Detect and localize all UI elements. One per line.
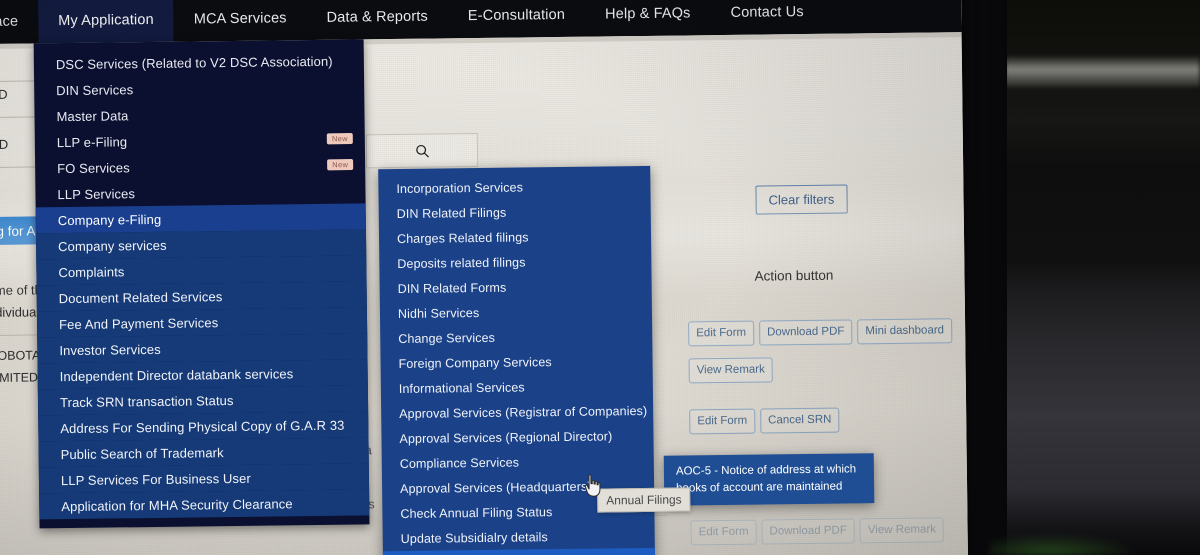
- photo-of-monitor-scene: ace My Application MCA Services Data & R…: [0, 0, 1200, 555]
- menu1-item-dsc-services[interactable]: DSC Services (Related to V2 DSC Associat…: [34, 47, 364, 77]
- menu1-item-llp-efiling[interactable]: LLP e-Filing New: [35, 125, 365, 155]
- menu2-item-compliance-services[interactable]: Compliance Services: [382, 448, 654, 476]
- menu1-item-investor-services[interactable]: Investor Services: [37, 333, 368, 364]
- menu2-item-foreign-company-services[interactable]: Foreign Company Services: [380, 348, 652, 376]
- edit-form-button-2[interactable]: Edit Form: [689, 408, 756, 435]
- menu1-item-company-efiling[interactable]: Company e-Filing: [35, 203, 366, 234]
- menu1-item-fo-services[interactable]: FO Services New: [35, 151, 365, 181]
- nav-item-mca-services[interactable]: MCA Services: [174, 0, 307, 42]
- cancel-srn-button[interactable]: Cancel SRN: [759, 407, 840, 434]
- menu1-item-complaints[interactable]: Complaints: [36, 255, 367, 286]
- menu1-item-master-data[interactable]: Master Data: [34, 99, 364, 129]
- left-cell-company-line2: LIMITED: [0, 370, 39, 385]
- menu1-label-llp-efiling: LLP e-Filing: [56, 133, 128, 150]
- nav-item-e-consultation[interactable]: E-Consultation: [448, 0, 586, 38]
- edit-form-button-3[interactable]: Edit Form: [690, 519, 757, 546]
- action-buttons-row-1: Edit Form Download PDF Mini dashboard: [688, 318, 953, 347]
- pointing-hand-cursor: [584, 474, 601, 497]
- menu2-item-incorporation-services[interactable]: Incorporation Services: [378, 173, 650, 201]
- nav-item-data-and-reports[interactable]: Data & Reports: [306, 0, 448, 40]
- left-cell-name-line2: ndividual: [0, 304, 40, 320]
- action-buttons-row-4: Edit Form Download PDF View Remark: [690, 517, 945, 546]
- menu1-item-track-srn-status[interactable]: Track SRN transaction Status: [37, 385, 369, 416]
- menu1-item-independent-director-databank[interactable]: Independent Director databank services: [37, 359, 368, 390]
- download-pdf-button-2[interactable]: Download PDF: [761, 518, 855, 545]
- annual-filings-tooltip: Annual Filings: [597, 487, 691, 513]
- action-buttons-row-2: View Remark: [688, 357, 773, 384]
- view-remark-button[interactable]: View Remark: [688, 357, 773, 384]
- background-highlight: [1005, 55, 1200, 87]
- search-input[interactable]: [365, 133, 479, 169]
- menu2-item-informational-services[interactable]: Informational Services: [381, 373, 653, 401]
- page-content: /DD /DD ng for Actio ame of the ndividua…: [0, 37, 968, 555]
- menu2-item-approval-services-roc[interactable]: Approval Services (Registrar of Companie…: [381, 398, 653, 426]
- menu1-item-llp-services-business-user[interactable]: LLP Services For Business User: [38, 463, 370, 494]
- menu1-item-mha-security-clearance[interactable]: Application for MHA Security Clearance: [39, 489, 370, 520]
- nav-item-my-application[interactable]: My Application: [37, 0, 175, 44]
- menu2-item-nidhi-services[interactable]: Nidhi Services: [380, 298, 652, 326]
- background-green-glow: [990, 533, 1140, 555]
- menu1-item-llp-services[interactable]: LLP Services: [35, 177, 365, 207]
- clear-filters-button[interactable]: Clear filters: [755, 184, 848, 215]
- menu2-item-charges-related-filings[interactable]: Charges Related filings: [379, 223, 651, 251]
- menu2-item-update-subsidiary-details[interactable]: Update Subsidialry details: [383, 523, 655, 551]
- mini-dashboard-button[interactable]: Mini dashboard: [857, 318, 953, 345]
- view-remark-button-2[interactable]: View Remark: [859, 517, 945, 544]
- menu1-item-din-services[interactable]: DIN Services: [34, 73, 364, 103]
- menu1-label-fo-services: FO Services: [57, 159, 130, 176]
- nav-item-contact-us[interactable]: Contact Us: [710, 0, 824, 35]
- menu2-item-change-services[interactable]: Change Services: [380, 323, 652, 351]
- action-buttons-row-3: Edit Form Cancel SRN: [689, 407, 840, 435]
- monitor-screen: ace My Application MCA Services Data & R…: [0, 0, 968, 555]
- menu-company-efiling-level1: DSC Services (Related to V2 DSC Associat…: [33, 39, 370, 529]
- nav-item-workspace[interactable]: ace: [0, 0, 38, 44]
- edit-form-button[interactable]: Edit Form: [688, 320, 755, 347]
- download-pdf-button[interactable]: Download PDF: [758, 319, 853, 346]
- menu1-item-public-search-trademark[interactable]: Public Search of Trademark: [38, 437, 369, 468]
- new-badge-fo-services: New: [327, 159, 354, 171]
- new-badge-llp-efiling: New: [326, 133, 353, 145]
- action-button-column-header: Action button: [754, 267, 834, 284]
- menu1-item-company-services[interactable]: Company services: [35, 229, 367, 260]
- nav-item-help-and-faqs[interactable]: Help & FAQs: [585, 0, 711, 37]
- menu2-item-din-related-forms[interactable]: DIN Related Forms: [380, 273, 652, 301]
- menu3-item-aoc-5[interactable]: AOC-5 - Notice of address at which books…: [676, 461, 864, 497]
- menu2-item-deposits-related-filings[interactable]: Deposits related filings: [379, 248, 651, 276]
- menu2-item-din-related-filings[interactable]: DIN Related Filings: [379, 198, 651, 226]
- menu1-item-fee-and-payment-services[interactable]: Fee And Payment Services: [36, 307, 368, 338]
- left-cell-date-2: /DD: [0, 136, 9, 153]
- menu-annual-filings-level3: AOC-5 - Notice of address at which books…: [663, 453, 875, 507]
- left-cell-date-1: /DD: [0, 86, 8, 103]
- menu1-item-document-related-services[interactable]: Document Related Services: [36, 281, 367, 312]
- menu1-item-address-gar33[interactable]: Address For Sending Physical Copy of G.A…: [38, 411, 369, 442]
- search-icon: [415, 144, 429, 158]
- menu2-item-approval-services-rd[interactable]: Approval Services (Regional Director): [381, 423, 653, 451]
